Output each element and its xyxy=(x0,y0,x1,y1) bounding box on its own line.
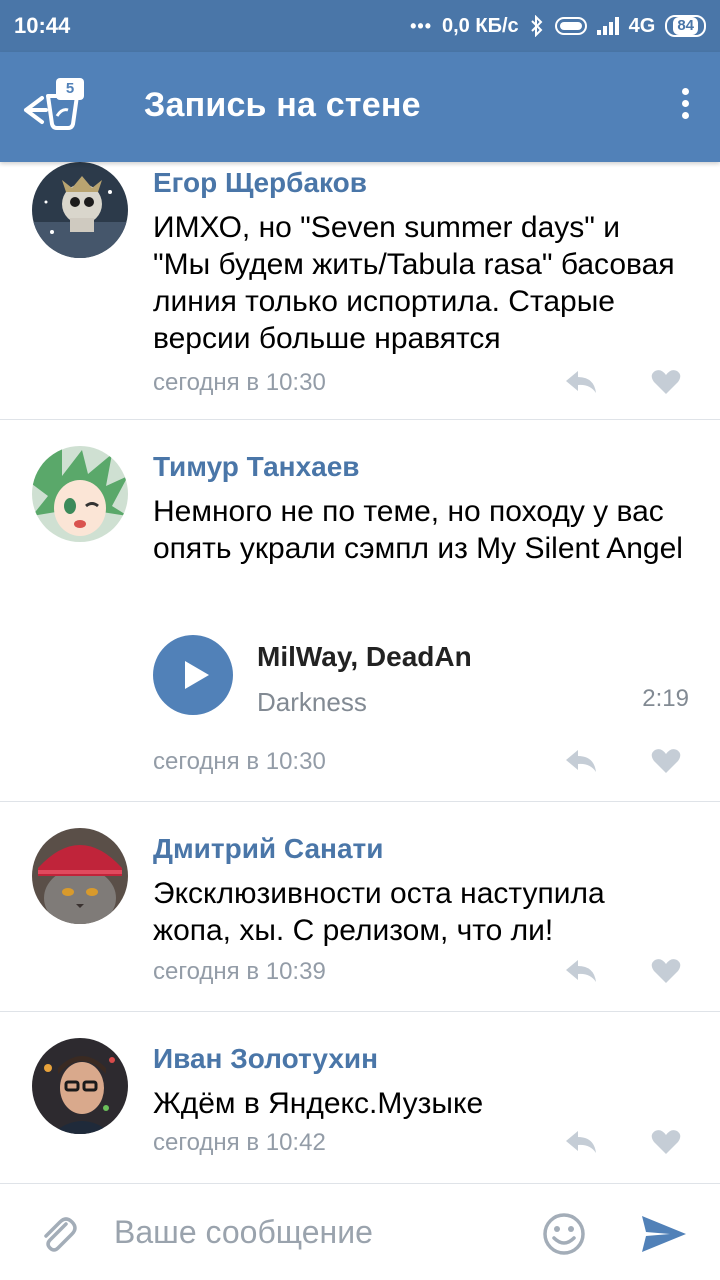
paperclip-icon[interactable] xyxy=(36,1212,80,1256)
reply-icon[interactable] xyxy=(564,958,598,984)
network-speed: 0,0 КБ/с xyxy=(442,14,519,37)
network-type: 4G xyxy=(628,14,656,37)
comment-item: Иван Золотухин Ждём в Яндекс.Музыке сего… xyxy=(0,1012,720,1182)
app-root: 10:44 ••• 0,0 КБ/с 4G 84 5 Запись на сте… xyxy=(0,0,720,1280)
play-icon xyxy=(185,661,209,689)
audio-artist: MilWay, DeadAn xyxy=(257,641,472,672)
comment-text: Немного не по теме, но походу у вас опят… xyxy=(153,495,683,565)
comment-author[interactable]: Иван Золотухин xyxy=(153,1043,378,1075)
comment-author[interactable]: Дмитрий Санати xyxy=(153,833,383,865)
send-icon[interactable] xyxy=(640,1214,688,1254)
avatar[interactable] xyxy=(32,828,128,924)
audio-duration: 2:19 xyxy=(642,685,689,712)
battery-icon: 84 xyxy=(665,15,706,37)
status-indicators: ••• 0,0 КБ/с 4G 84 xyxy=(410,15,706,38)
comment-text: Ждём в Яндекс.Музыке xyxy=(153,1087,484,1120)
heart-icon[interactable] xyxy=(651,1129,681,1155)
status-bar: 10:44 ••• 0,0 КБ/с 4G 84 xyxy=(0,0,720,52)
top-app-bar: 5 Запись на стене xyxy=(0,52,720,162)
more-vertical-icon[interactable] xyxy=(678,88,692,128)
bluetooth-icon xyxy=(530,15,543,37)
back-button[interactable]: 5 xyxy=(22,76,92,136)
avatar[interactable] xyxy=(32,446,128,542)
comment-author[interactable]: Тимур Танхаев xyxy=(153,451,360,483)
avatar[interactable] xyxy=(32,162,128,258)
play-button[interactable] xyxy=(153,635,233,715)
comment-time: сегодня в 10:42 xyxy=(153,1129,326,1156)
comment-time: сегодня в 10:39 xyxy=(153,958,326,985)
status-dots: ••• xyxy=(410,15,432,36)
comment-time: сегодня в 10:30 xyxy=(153,748,326,775)
smiley-icon[interactable] xyxy=(542,1212,586,1256)
heart-icon[interactable] xyxy=(651,958,681,984)
reply-icon[interactable] xyxy=(564,369,598,395)
comment-item: Егор Щербаков ИМХО, но "Seven summer day… xyxy=(0,162,720,420)
signal-icon xyxy=(596,17,619,35)
reply-icon[interactable] xyxy=(564,748,598,774)
unread-badge: 5 xyxy=(56,78,84,100)
comment-text: ИМХО, но "Seven summer days" и "Мы будем… xyxy=(153,211,675,355)
avatar[interactable] xyxy=(32,1038,128,1134)
comment-list: Егор Щербаков ИМХО, но "Seven summer day… xyxy=(0,162,720,1182)
data-saver-icon xyxy=(554,17,587,35)
page-title: Запись на стене xyxy=(144,86,421,124)
reply-icon[interactable] xyxy=(564,1129,598,1155)
comment-author[interactable]: Егор Щербаков xyxy=(153,167,367,199)
comment-item: Дмитрий Санати Эксклюзивности оста насту… xyxy=(0,802,720,1012)
message-composer xyxy=(0,1183,720,1280)
comment-time: сегодня в 10:30 xyxy=(153,369,326,396)
comment-item: Тимур Танхаев Немного не по теме, но пох… xyxy=(0,420,720,802)
battery-level: 84 xyxy=(673,17,698,35)
status-time: 10:44 xyxy=(14,13,71,38)
comment-text: Эксклюзивности оста наступила жопа, хы. … xyxy=(153,877,605,947)
heart-icon[interactable] xyxy=(651,369,681,395)
message-input[interactable] xyxy=(114,1206,514,1258)
heart-icon[interactable] xyxy=(651,748,681,774)
audio-title: Darkness xyxy=(257,687,367,717)
audio-attachment[interactable]: MilWay, DeadAn Darkness 2:19 xyxy=(153,635,693,717)
